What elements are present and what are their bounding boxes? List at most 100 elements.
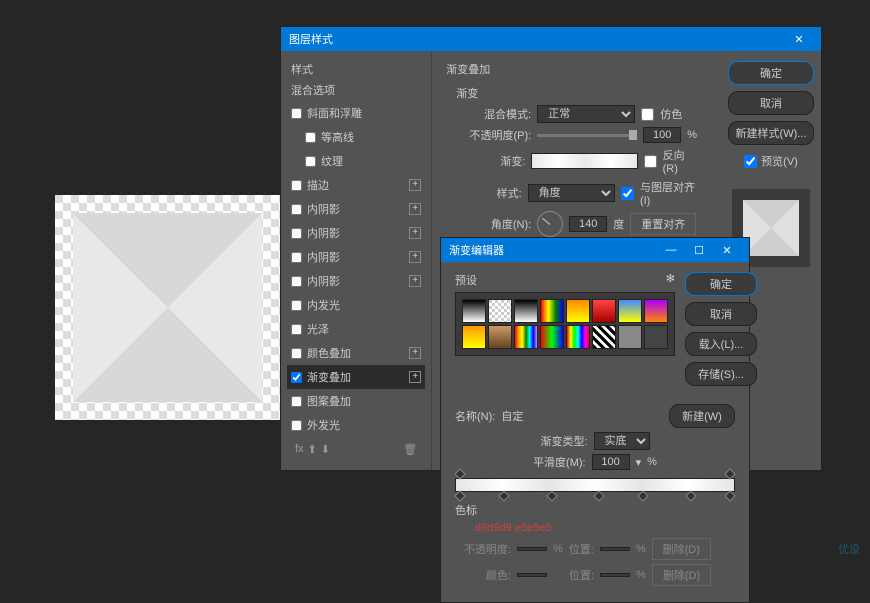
dither-checkbox[interactable] — [641, 108, 654, 121]
opacity-slider[interactable] — [537, 134, 637, 137]
preset-swatch[interactable] — [540, 325, 564, 349]
arrow-up-icon[interactable]: ⬆ — [308, 443, 317, 456]
style-checkbox[interactable] — [291, 372, 302, 383]
add-icon[interactable]: + — [409, 227, 421, 239]
style-checkbox[interactable] — [291, 276, 302, 287]
maximize-icon[interactable]: ☐ — [685, 238, 713, 262]
preview-label: 预览(V) — [761, 153, 798, 169]
gradient-bar[interactable] — [455, 478, 735, 492]
preset-swatch[interactable] — [488, 325, 512, 349]
layer-style-titlebar[interactable]: 图层样式 ✕ — [281, 27, 821, 51]
trash-icon[interactable]: 🗑 — [403, 443, 417, 456]
color-stop[interactable] — [546, 490, 557, 501]
color-stop[interactable] — [724, 490, 735, 501]
style-checkbox[interactable] — [291, 300, 302, 311]
opacity-stop[interactable] — [724, 468, 735, 479]
style-checkbox[interactable] — [305, 156, 316, 167]
load-button[interactable]: 载入(L)... — [685, 332, 757, 356]
preset-swatch[interactable] — [462, 325, 486, 349]
add-icon[interactable]: + — [409, 251, 421, 263]
color-stop[interactable] — [593, 490, 604, 501]
style-select[interactable]: 角度 — [528, 184, 615, 202]
style-item[interactable]: 斜面和浮雕 — [287, 101, 425, 125]
add-icon[interactable]: + — [409, 371, 421, 383]
new-style-button[interactable]: 新建样式(W)... — [728, 121, 814, 145]
color-stop[interactable] — [638, 490, 649, 501]
ok-button[interactable]: 确定 — [685, 272, 757, 296]
style-item[interactable]: 描边+ — [287, 173, 425, 197]
reverse-checkbox[interactable] — [644, 155, 657, 168]
align-checkbox[interactable] — [621, 187, 634, 200]
style-item[interactable]: 颜色叠加+ — [287, 341, 425, 365]
blend-options-item[interactable]: 混合选项 — [287, 79, 425, 101]
preset-swatch[interactable] — [540, 299, 564, 323]
preset-swatch[interactable] — [644, 325, 668, 349]
minimize-icon[interactable]: ― — [657, 238, 685, 262]
panel-title: 渐变叠加 — [446, 61, 707, 77]
preset-swatch[interactable] — [592, 325, 616, 349]
style-checkbox[interactable] — [291, 324, 302, 335]
add-icon[interactable]: + — [409, 275, 421, 287]
style-checkbox[interactable] — [291, 396, 302, 407]
style-checkbox[interactable] — [291, 204, 302, 215]
close-icon[interactable]: ✕ — [785, 27, 813, 51]
preset-swatch[interactable] — [566, 325, 590, 349]
style-checkbox[interactable] — [291, 348, 302, 359]
style-item[interactable]: 渐变叠加+ — [287, 365, 425, 389]
add-icon[interactable]: + — [409, 203, 421, 215]
style-checkbox[interactable] — [291, 180, 302, 191]
new-button[interactable]: 新建(W) — [669, 404, 735, 428]
save-button[interactable]: 存储(S)... — [685, 362, 757, 386]
gear-icon[interactable]: ✻ — [666, 272, 675, 288]
add-icon[interactable]: + — [409, 179, 421, 191]
style-checkbox[interactable] — [291, 108, 302, 119]
opacity-input[interactable] — [643, 127, 681, 143]
opacity-stop[interactable] — [454, 468, 465, 479]
style-item[interactable]: 外发光 — [287, 413, 425, 437]
close-icon[interactable]: ✕ — [713, 238, 741, 262]
ok-button[interactable]: 确定 — [728, 61, 814, 85]
chevron-down-icon[interactable]: ▾ — [636, 456, 642, 469]
style-item[interactable]: 纹理 — [287, 149, 425, 173]
name-value[interactable]: 自定 — [501, 408, 663, 424]
preset-swatch[interactable] — [644, 299, 668, 323]
preview-thumbnail — [743, 200, 799, 256]
style-checkbox[interactable] — [291, 420, 302, 431]
angle-dial[interactable] — [537, 211, 563, 237]
gradient-preview[interactable] — [531, 153, 637, 169]
gradient-editor-titlebar[interactable]: 渐变编辑器 ― ☐ ✕ — [441, 238, 749, 262]
type-select[interactable]: 实底 — [594, 432, 650, 450]
style-checkbox[interactable] — [305, 132, 316, 143]
style-item[interactable]: 内阴影+ — [287, 221, 425, 245]
preset-swatch[interactable] — [488, 299, 512, 323]
style-item[interactable]: 内阴影+ — [287, 269, 425, 293]
cancel-button[interactable]: 取消 — [685, 302, 757, 326]
style-item[interactable]: 内阴影+ — [287, 245, 425, 269]
preset-swatch[interactable] — [618, 325, 642, 349]
reset-align-button[interactable]: 重置对齐 — [630, 213, 696, 235]
style-item[interactable]: 内发光 — [287, 293, 425, 317]
blend-mode-select[interactable]: 正常 — [537, 105, 635, 123]
fx-label[interactable]: fx — [295, 443, 304, 456]
style-item[interactable]: 等高线 — [287, 125, 425, 149]
arrow-down-icon[interactable]: ⬇ — [321, 443, 330, 456]
preset-swatch[interactable] — [514, 299, 538, 323]
style-item[interactable]: 图案叠加 — [287, 389, 425, 413]
angle-input[interactable] — [569, 216, 607, 232]
add-icon[interactable]: + — [409, 347, 421, 359]
color-stop[interactable] — [499, 490, 510, 501]
color-stop[interactable] — [685, 490, 696, 501]
preset-swatch[interactable] — [618, 299, 642, 323]
style-checkbox[interactable] — [291, 252, 302, 263]
preset-swatch[interactable] — [462, 299, 486, 323]
smooth-input[interactable] — [592, 454, 630, 470]
style-item[interactable]: 内阴影+ — [287, 197, 425, 221]
preset-swatch[interactable] — [566, 299, 590, 323]
cancel-button[interactable]: 取消 — [728, 91, 814, 115]
preset-swatch[interactable] — [514, 325, 538, 349]
style-checkbox[interactable] — [291, 228, 302, 239]
color-stop[interactable] — [454, 490, 465, 501]
preset-swatch[interactable] — [592, 299, 616, 323]
preview-checkbox[interactable] — [744, 155, 757, 168]
style-item[interactable]: 光泽 — [287, 317, 425, 341]
